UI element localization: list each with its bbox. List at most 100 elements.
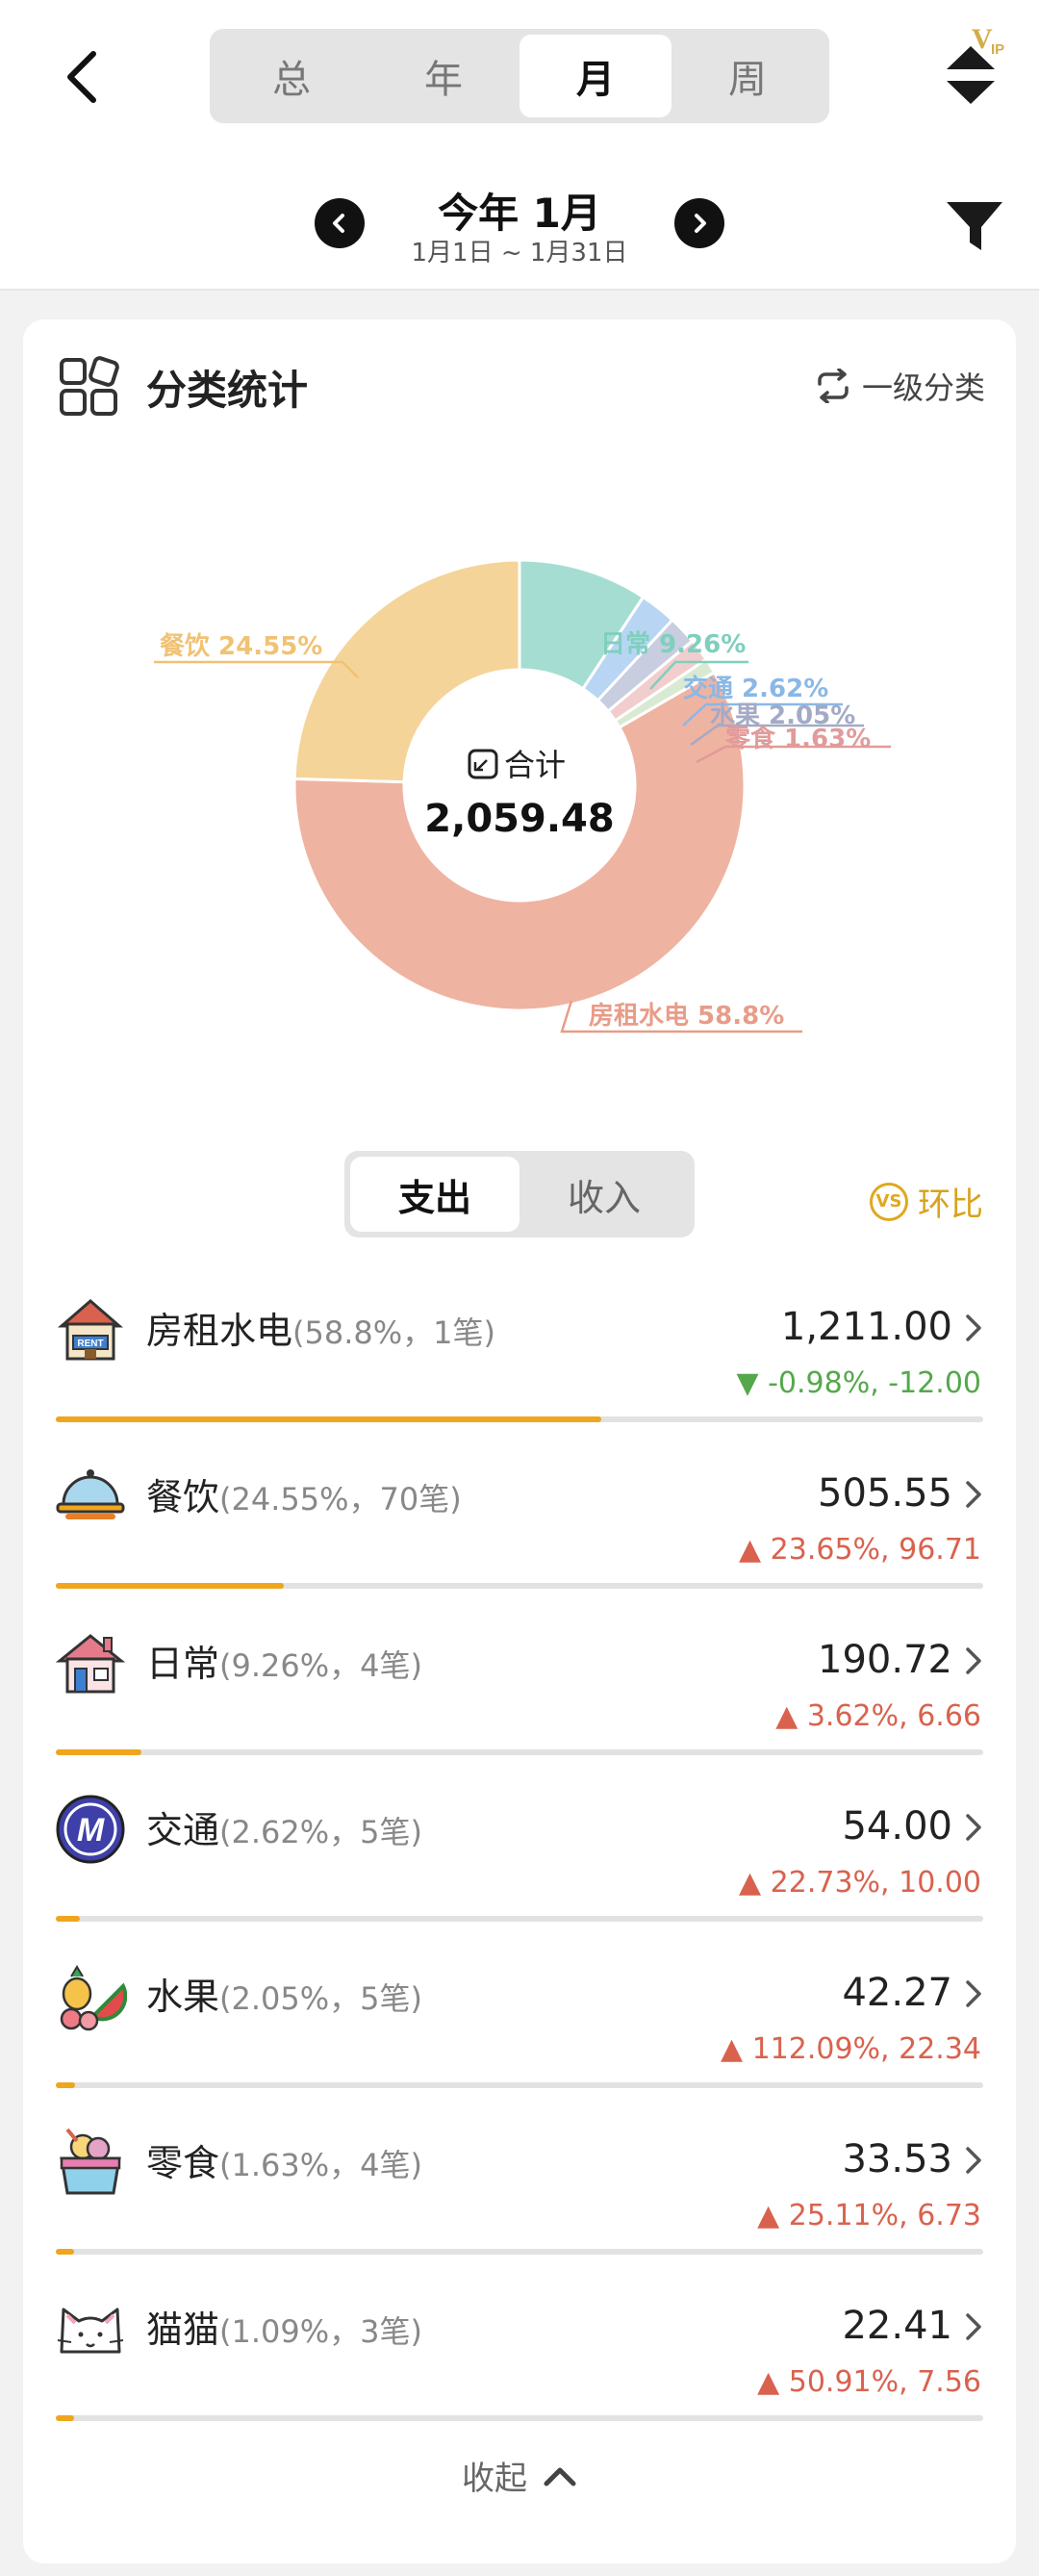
share-bar [56,2082,983,2088]
category-change: ▲ 50.91%, 7.56 [757,2365,981,2399]
tab-month[interactable]: 月 [520,35,672,117]
share-bar-fill [56,1416,601,1422]
vs-icon: VS [870,1182,908,1221]
trend-down-icon: ▼ [736,1366,769,1400]
category-change: ▲ 25.11%, 6.73 [757,2199,981,2232]
category-meta: (2.62%，5笔) [219,1814,423,1850]
donut-chart: 日常 9.26% 交通 2.62% 水果 2.05% 零食 1.63% 房租水电 58.… [23,473,1016,1397]
total-value: 2,059.48 [424,797,614,841]
share-bar-fill [56,1749,142,1755]
chevron-right-icon [966,2313,981,2340]
category-change: ▲ 23.65%, 96.71 [739,1533,981,1567]
filter-button[interactable] [941,192,1008,260]
back-arrow-icon [67,51,96,103]
donut-chart-svg: 日常 9.26%交通 2.62%水果 2.05%零食 1.63%房租水电 58.… [154,558,891,1033]
category-name: 交通 [146,1809,220,1851]
category-name: 日常 [146,1643,220,1685]
prev-period-button[interactable] [315,198,365,248]
chevron-right-icon [966,1314,981,1341]
category-amount: 42.27 [842,1971,952,2015]
chevron-right-icon [966,1647,981,1674]
category-row-cat[interactable]: 猫猫(1.09%，3笔) 22.41 ▲ 50.91%, 7.56 [23,2271,1016,2437]
share-bar [56,2415,983,2421]
collapse-button[interactable]: 收起 [23,2452,1016,2499]
chevron-right-icon [966,1814,981,1841]
slice-label: 日常 9.26% [600,630,746,659]
chevron-left-icon [333,214,344,233]
category-meta: (2.05%，5笔) [219,1980,423,2017]
category-row-dining[interactable]: 餐饮(24.55%，70笔) 505.55 ▲ 23.65%, 96.71 [23,1439,1016,1605]
chevron-right-icon [966,1980,981,2007]
category-amount: 190.72 [818,1638,952,1682]
tab-year[interactable]: 年 [367,35,520,117]
category-name: 零食 [146,2142,220,2184]
next-period-button[interactable] [674,198,724,248]
category-name: 房租水电 [146,1310,293,1352]
category-row-transport[interactable]: M 交通(2.62%，5笔) 54.00 ▲ 22.73%, 10.00 [23,1772,1016,1938]
category-amount: 33.53 [842,2137,952,2181]
category-change: ▲ 22.73%, 10.00 [739,1866,981,1900]
trend-up-icon: ▲ [739,1866,771,1900]
category-stats-card: 分类统计 一级分类 日常 9.26% 交通 2.62% 水果 2.05% 零食 1.6… [23,319,1016,2563]
sort-vip-button[interactable]: V IP [931,19,1018,115]
chevron-right-icon [966,2147,981,2174]
share-bar-fill [56,2082,75,2088]
snack-icon [54,2126,127,2199]
expense-income-toggle: 支出 收入 [344,1151,695,1237]
svg-text:M: M [77,1812,105,1849]
tab-expense[interactable]: 支出 [350,1157,520,1232]
share-bar [56,2249,983,2255]
vip-badge-icon: V [972,23,993,55]
category-meta: (1.63%，4笔) [219,2147,423,2183]
house-rent-icon: RENT [54,1293,127,1366]
category-row-daily[interactable]: 日常(9.26%，4笔) 190.72 ▲ 3.62%, 6.66 [23,1605,1016,1772]
tab-total[interactable]: 总 [215,35,367,117]
sort-arrows-icon: V IP [947,23,1004,104]
category-amount: 1,211.00 [780,1305,952,1349]
back-button[interactable] [48,38,115,115]
period-tabs: 总 年 月 周 [210,29,829,123]
date-title: 今年 1月 [438,190,601,237]
category-amount: 505.55 [818,1471,952,1516]
svg-text:IP: IP [991,41,1004,58]
trend-up-icon: ▲ [757,2365,789,2399]
category-amount: 22.41 [842,2304,952,2348]
tab-week[interactable]: 周 [672,35,824,117]
category-meta: (24.55%，70笔) [219,1481,462,1518]
share-bar-fill [56,1916,81,1922]
chevron-right-icon [695,214,706,233]
tab-income[interactable]: 收入 [520,1157,689,1232]
trend-up-icon: ▲ [720,2032,752,2066]
category-name: 猫猫 [146,2308,220,2351]
total-label: 合计 [504,747,566,783]
chevron-up-icon [544,2467,576,2486]
top-bar: 总 年 月 周 V IP 今年 1月 1月1日 ~ 1月31日 [0,0,1039,291]
category-row-rent[interactable]: RENT 房租水电(58.8%，1笔) 1,211.00 ▼ -0.98%, -… [23,1272,1016,1439]
category-name: 水果 [146,1976,220,2018]
share-bar [56,1749,983,1755]
category-change: ▲ 112.09%, 22.34 [720,2032,981,2066]
share-bar [56,1416,983,1422]
category-change: ▲ 3.62%, 6.66 [775,1699,981,1733]
mom-compare-button[interactable]: VS 环比 [870,1178,983,1225]
category-change: ▼ -0.98%, -12.00 [736,1366,981,1400]
level-switch-button[interactable]: 一级分类 [814,364,985,408]
trend-up-icon: ▲ [757,2199,789,2232]
category-row-snacks[interactable]: 零食(1.63%，4笔) 33.53 ▲ 25.11%, 6.73 [23,2104,1016,2271]
food-cloche-icon [54,1460,127,1533]
slice-label: 交通 2.62% [683,674,828,703]
mom-label: 环比 [918,1186,983,1224]
category-amount: 54.00 [842,1804,952,1849]
date-range: 1月1日 ~ 1月31日 [411,239,628,268]
share-bar-fill [56,2415,75,2421]
share-bar [56,1916,983,1922]
category-grid-icon [58,356,119,418]
fruit-icon [54,1959,128,2032]
svg-text:RENT: RENT [77,1339,103,1349]
slice-label: 零食 1.63% [725,724,871,753]
category-meta: (58.8%，1笔) [292,1314,496,1351]
card-title: 分类统计 [146,367,309,414]
date-navigator: 今年 1月 1月1日 ~ 1月31日 [0,173,1039,269]
category-row-fruit[interactable]: 水果(2.05%，5笔) 42.27 ▲ 112.09%, 22.34 [23,1938,1016,2104]
category-list: RENT 房租水电(58.8%，1笔) 1,211.00 ▼ -0.98%, -… [23,1272,1016,2437]
